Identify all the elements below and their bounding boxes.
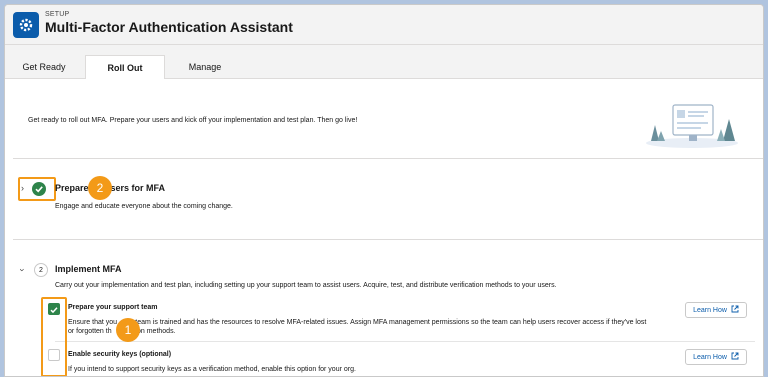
header-eyebrow: SETUP: [45, 11, 70, 18]
learn-how-button[interactable]: Learn How: [685, 349, 747, 365]
step-number-badge: 2: [34, 263, 48, 277]
task-desc-part: or forgotten th: [68, 328, 112, 335]
learn-how-label: Learn How: [693, 306, 727, 314]
section-title-prepare-end: sers for MFA: [110, 183, 166, 193]
learn-how-button[interactable]: Learn How: [685, 302, 747, 318]
task-desc-part: r team is trained and has the resources …: [131, 319, 647, 326]
tab-manage[interactable]: Manage: [165, 55, 245, 79]
highlight-box: [18, 177, 56, 201]
task-desc-part: Ensure that you: [68, 319, 118, 326]
roll-out-panel: Get ready to roll out MFA. Prepare your …: [5, 79, 763, 376]
gear-icon: [13, 12, 39, 38]
page-header: SETUP Multi-Factor Authentication Assist…: [5, 5, 763, 45]
intro-text: Get ready to roll out MFA. Prepare your …: [28, 117, 358, 124]
tab-get-ready[interactable]: Get Ready: [5, 55, 83, 79]
task-divider: [55, 341, 755, 342]
illustration-image: [646, 104, 738, 148]
chevron-down-icon[interactable]: ›: [18, 269, 28, 272]
section-divider: [13, 239, 763, 240]
section-title-implement[interactable]: Implement MFA: [55, 264, 122, 274]
highlight-box: [41, 297, 67, 376]
external-link-icon: [731, 352, 739, 362]
task-title: Enable security keys (optional): [68, 351, 172, 358]
task-title: Prepare your support team: [68, 304, 158, 311]
callout-badge: 2: [88, 176, 112, 200]
learn-how-label: Learn How: [693, 353, 727, 361]
callout-badge: 1: [116, 318, 140, 342]
section-subtitle: Engage and educate everyone about the co…: [55, 203, 233, 210]
task-description: If you intend to support security keys a…: [68, 366, 356, 373]
app-window: SETUP Multi-Factor Authentication Assist…: [4, 4, 764, 377]
section-divider: [13, 158, 763, 159]
page-title: Multi-Factor Authentication Assistant: [45, 19, 293, 35]
task-description: Ensure that you r team is trained and has…: [68, 318, 678, 336]
section-subtitle: Carry out your implementation and test p…: [55, 282, 557, 289]
tab-roll-out[interactable]: Roll Out: [85, 55, 165, 80]
external-link-icon: [731, 305, 739, 315]
section-title-prepare-start: Prepare: [55, 183, 89, 193]
tab-bar: Get Ready Roll Out Manage: [5, 55, 763, 80]
